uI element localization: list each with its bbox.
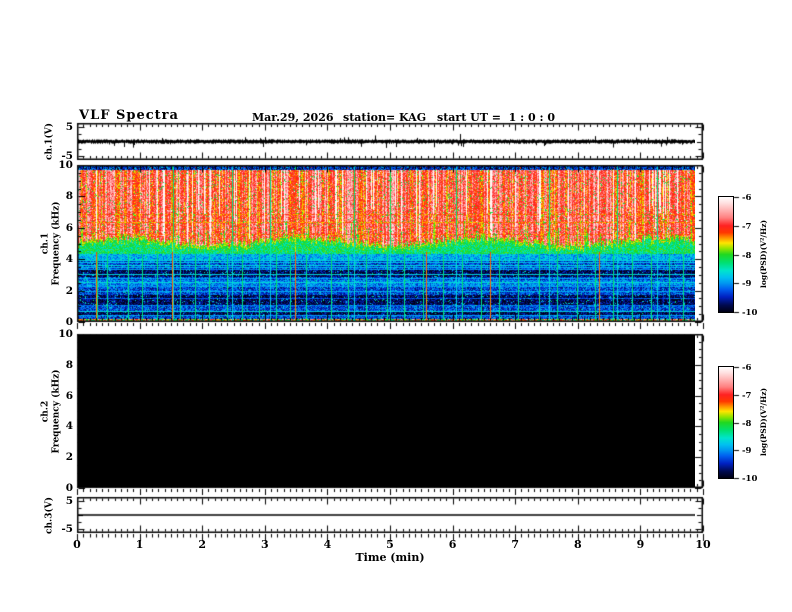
ch1-colorbar xyxy=(718,196,734,313)
x-tick-label: 7 xyxy=(511,538,520,551)
colorbar-tick-label: -7 xyxy=(742,221,752,232)
colorbar-tick-label: -6 xyxy=(742,363,752,373)
figure-title: VLF Spectra xyxy=(79,108,179,123)
ch1-waveform-canvas xyxy=(78,124,695,159)
colorbar-tick-label: -7 xyxy=(742,390,752,401)
x-tick-label: 6 xyxy=(448,538,457,551)
colorbar-tick-label: -9 xyxy=(742,446,752,457)
time-axis-label: Time (min) xyxy=(355,551,425,564)
colorbar-tick-label: -10 xyxy=(742,308,758,318)
x-tick-label: 4 xyxy=(323,538,332,551)
x-tick-label: 9 xyxy=(636,538,645,551)
freq-tick-label: 6 xyxy=(65,389,73,402)
freq-tick-label: 4 xyxy=(65,253,73,266)
freq-tick-label: 0 xyxy=(65,316,73,328)
freq-tick-label: 8 xyxy=(65,358,73,371)
volt-tick-label: 5 xyxy=(65,121,73,134)
freq-tick-label: 2 xyxy=(65,451,73,464)
figure-date: Mar.29, 2026 xyxy=(252,111,334,124)
volt-tick-label: 5 xyxy=(65,495,73,508)
ch3-waveform-canvas xyxy=(78,498,695,532)
x-tick-label: 10 xyxy=(695,538,711,551)
x-tick-label: 0 xyxy=(73,538,81,551)
station-label: station= KAG xyxy=(343,111,427,124)
start-ut-label: start UT = 1 : 0 : 0 xyxy=(437,111,555,124)
x-tick-label: 5 xyxy=(386,538,394,551)
x-tick-label: 2 xyxy=(198,538,207,551)
freq-tick-label: 10 xyxy=(58,328,73,340)
colorbar-tick-label: -9 xyxy=(742,279,752,290)
x-tick-label: 3 xyxy=(260,538,269,551)
freq-tick-label: 6 xyxy=(65,221,73,234)
ch1-spec-frequency-axis-label: Frequency (kHz) xyxy=(51,201,62,286)
ch2-colorbar xyxy=(718,366,734,479)
ch2-spectrogram-nodata xyxy=(78,335,695,487)
freq-tick-label: 4 xyxy=(65,420,73,433)
colorbar-tick-label: -6 xyxy=(742,193,752,203)
x-tick-label: 8 xyxy=(573,538,582,551)
freq-tick-label: 2 xyxy=(65,284,73,297)
colorbar-tick-label: -8 xyxy=(742,418,752,429)
ch2-spec-frequency-axis-label: Frequency (kHz) xyxy=(51,369,62,454)
volt-tick-label: -5 xyxy=(61,522,73,535)
colorbar-tick-label: -10 xyxy=(742,474,758,484)
volt-tick-label: -5 xyxy=(61,149,73,162)
freq-tick-label: 8 xyxy=(65,190,73,203)
freq-tick-label: 0 xyxy=(65,482,73,494)
colorbar-tick-label: -8 xyxy=(742,250,752,261)
x-tick-label: 1 xyxy=(135,538,144,551)
vlf-spectra-figure: VLF Spectra Mar.29, 2026 station= KAG st… xyxy=(0,0,792,612)
ch1-spectrogram-canvas xyxy=(78,166,695,321)
